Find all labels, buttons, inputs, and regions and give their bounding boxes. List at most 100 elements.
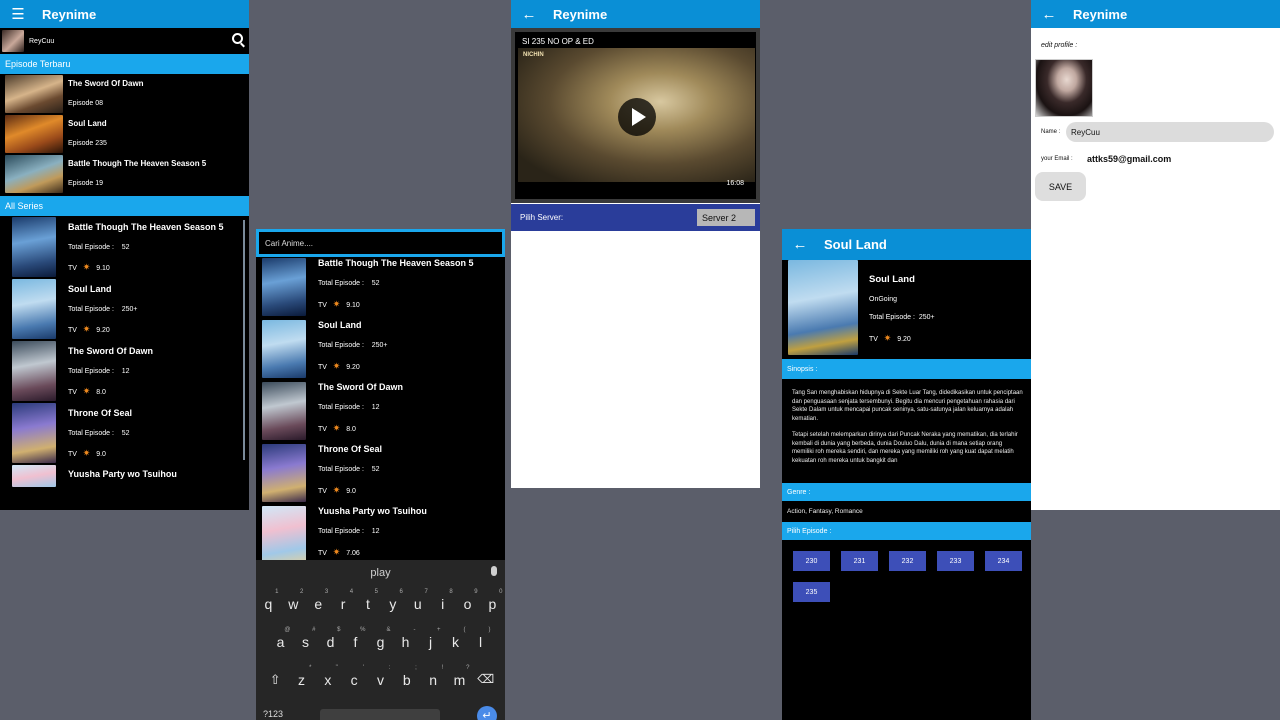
rating-value: 8.0 [96,389,106,396]
key[interactable]: ) l [471,627,491,650]
key-hint: 6 [399,589,403,595]
profile-photo[interactable] [1035,59,1093,117]
screen-home: ☰ Reynime ReyCuu Episode Terbaru The Swo… [0,0,249,510]
app-title: Soul Land [824,237,887,252]
microphone-icon[interactable] [491,566,497,576]
key-label: i [441,596,445,612]
name-input[interactable]: ReyCuu [1066,122,1274,142]
key[interactable]: % f [346,627,366,650]
list-item[interactable]: The Sword Of Dawn Total Episode : 12 TV … [256,381,505,443]
list-item[interactable]: Soul Land Episode 235 [0,114,249,154]
list-item[interactable]: Battle Though The Heaven Season 5 Total … [0,216,249,278]
key[interactable]: 2w [283,589,303,612]
shift-key-icon[interactable]: ⇧ [265,672,285,688]
star-icon: ✷ [82,324,91,334]
back-arrow-icon[interactable]: ← [1041,6,1057,23]
video-player[interactable]: SI 235 NO OP & ED NICHIN 16:08 [515,32,756,199]
thumbnail [5,115,63,153]
key[interactable]: * z [291,665,312,688]
save-button[interactable]: SAVE [1035,172,1086,201]
type-label: TV [318,426,327,433]
list-item[interactable]: Soul Land Total Episode : 250+ TV ✷ 9.20 [0,278,249,340]
key[interactable]: 7u [408,589,428,612]
episode-button[interactable]: 232 [889,551,926,571]
list-item[interactable]: Battle Though The Heaven Season 5 Episod… [0,154,249,194]
list-item[interactable]: Throne Of Seal Total Episode : 52 TV ✷ 9… [0,402,249,464]
search-input[interactable]: Cari Anime.... [259,232,502,254]
screen-detail: ← Soul Land Soul Land OnGoing Total Epis… [782,229,1031,720]
list-item[interactable]: Yuusha Party wo Tsuihou [0,464,249,488]
key[interactable]: -h [396,627,416,650]
list-item[interactable]: The Sword Of Dawn Episode 08 [0,74,249,114]
key[interactable]: & g [371,627,391,650]
episode-grid: 230 231 232 233 234 235 [782,540,1031,620]
enter-key-icon[interactable]: ↵ [477,706,497,720]
thumbnail [262,258,306,316]
thumbnail [262,382,306,440]
key-label: j [428,634,433,650]
section-header-new-episodes: Episode Terbaru [0,54,249,74]
key[interactable]: ! n [423,665,443,688]
key-label: m [453,672,466,688]
key[interactable]: (k [446,627,466,650]
key[interactable]: 4r [333,589,353,612]
key[interactable]: 3e [308,589,328,612]
list-item[interactable]: The Sword Of Dawn Total Episode : 12 TV … [0,340,249,402]
key[interactable]: ; b [397,665,417,688]
rating-value: 9.20 [346,364,360,371]
menu-icon[interactable]: ☰ [10,6,26,23]
spacebar[interactable] [320,709,440,720]
episode-count-value: 52 [371,466,380,473]
episode-button[interactable]: 230 [793,551,830,571]
key[interactable]: @ a [271,627,291,650]
episode-button[interactable]: 233 [937,551,974,571]
key[interactable]: 0p [482,589,503,612]
key-hint: ( [463,627,466,633]
screen-profile: ← Reynime edit profile : Name : ReyCuu y… [1031,0,1280,510]
list-item[interactable]: Throne Of Seal Total Episode : 52 TV ✷ 9… [256,443,505,505]
key-label: q [264,596,273,612]
key[interactable]: 8i [433,589,453,612]
backspace-key-icon[interactable]: ⌫ [476,672,496,688]
list-item[interactable]: Soul Land Total Episode : 250+ TV ✷ 9.20 [256,319,505,381]
key[interactable]: 9o [458,589,478,612]
rating-value: 9.0 [96,451,106,458]
key[interactable]: $ d [321,627,341,650]
detail-episode-count: Total Episode : 250+ [869,314,935,321]
numbers-key[interactable]: ?123 [263,709,283,719]
keyboard-suggestion[interactable]: play [256,567,505,579]
key-hint: : [388,665,391,671]
series-list: Battle Though The Heaven Season 5 Total … [0,216,249,488]
key[interactable]: :v [370,665,391,688]
list-item[interactable]: Yuusha Party wo Tsuihou Total Episode : … [256,505,505,567]
episode-button[interactable]: 231 [841,551,878,571]
list-item[interactable]: Battle Though The Heaven Season 5 Total … [256,257,505,319]
app-bar: ← Reynime [511,0,760,28]
episode-button[interactable]: 235 [793,582,830,602]
play-button[interactable] [618,98,656,136]
thumbnail [262,320,306,378]
key[interactable]: ' c [344,665,365,688]
key-hint: 3 [324,589,329,595]
key[interactable]: ? m [449,665,470,688]
avatar[interactable] [2,30,24,52]
edit-profile-label: edit profile : [1041,42,1078,49]
back-arrow-icon[interactable]: ← [521,6,537,23]
episode-title: The Sword Of Dawn [68,79,144,88]
type-label: TV [318,488,327,495]
server-select[interactable]: Server 2 [697,209,755,226]
scrollbar[interactable] [243,220,245,460]
key-label: b [402,672,411,688]
key[interactable]: 1q [258,589,279,612]
type-label: TV [318,550,327,557]
back-arrow-icon[interactable]: ← [792,236,808,253]
key[interactable]: 5t [358,589,378,612]
key[interactable]: " x [318,665,338,688]
episode-button[interactable]: 234 [985,551,1022,571]
key[interactable]: + j [421,627,441,650]
key-label: o [463,596,472,612]
key-hint: * [309,665,312,671]
episode-count: Total Episode : 52 [318,280,380,287]
key[interactable]: 6y [383,589,403,612]
key[interactable]: # s [296,627,316,650]
